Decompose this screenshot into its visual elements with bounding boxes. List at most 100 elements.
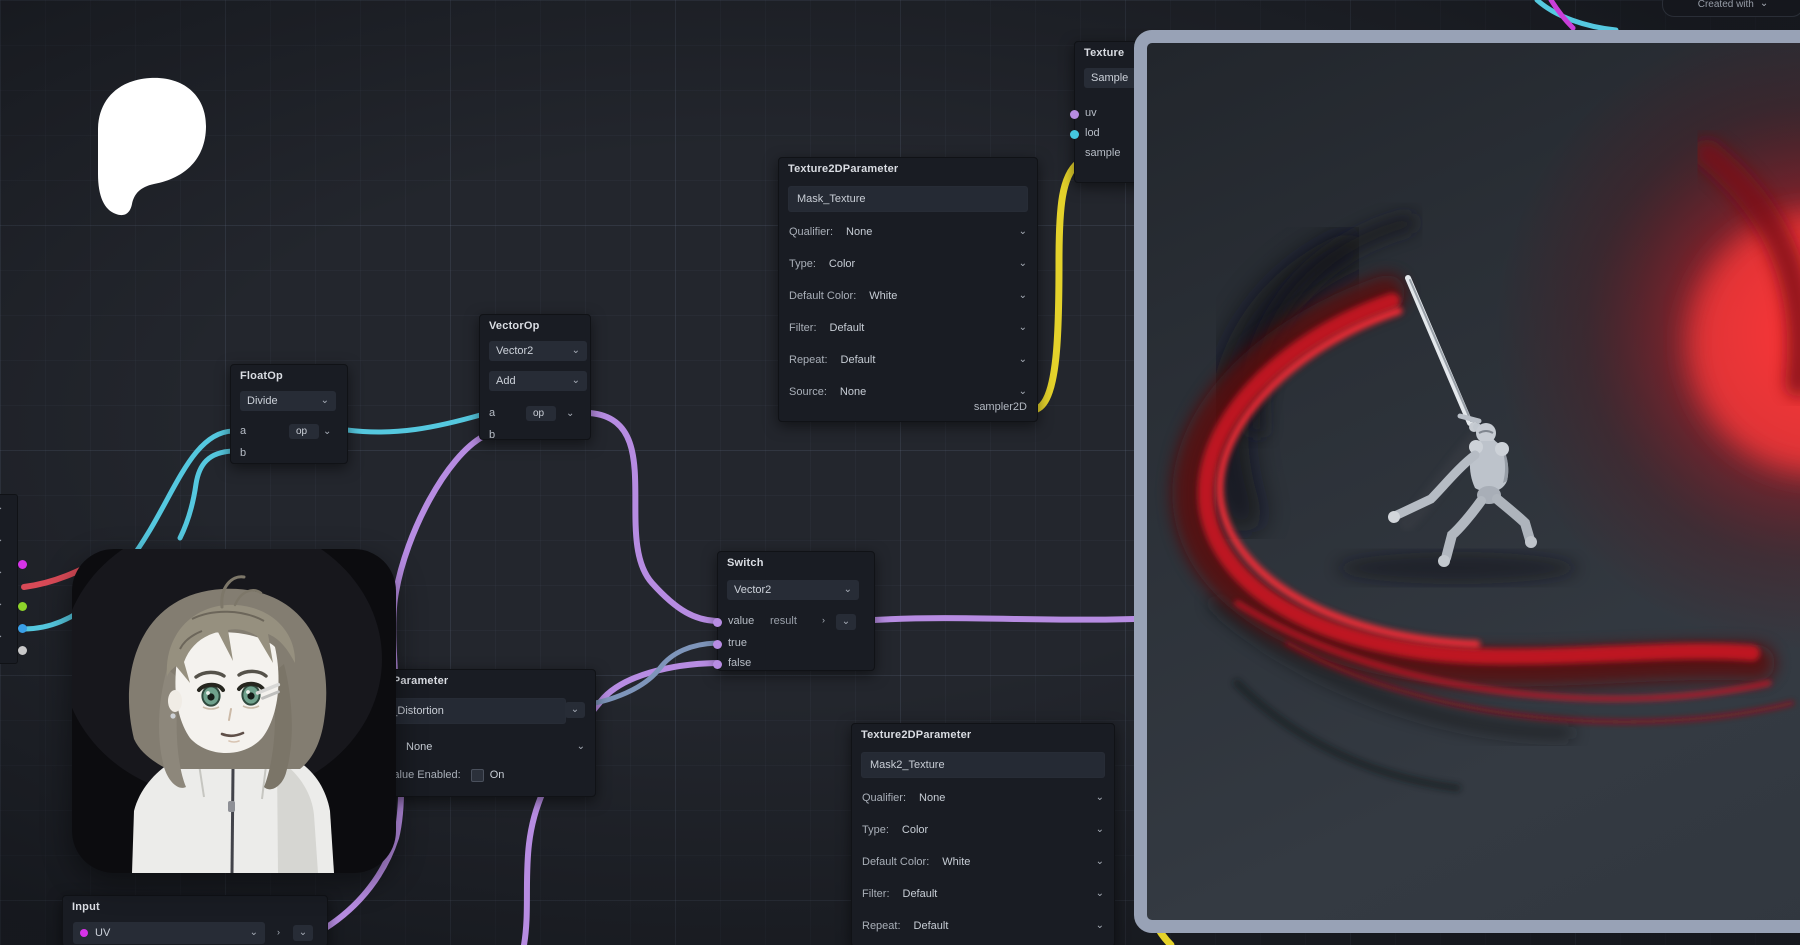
chevron-down-icon: ⌄ (0, 503, 3, 513)
row-type[interactable]: Type: Color ⌄ (779, 253, 1037, 275)
node-input[interactable]: Input UV ⌄ › ⌄ (62, 895, 328, 945)
boolean-field-chevron[interactable]: ⌄ (565, 702, 585, 718)
vector-op-operation-select[interactable]: Add ⌄ (489, 371, 587, 391)
input-out-chevron[interactable]: ⌄ (293, 925, 313, 941)
chevron-down-icon: ⌄ (0, 599, 3, 609)
node-vector-op[interactable]: VectorOp Vector2 ⌄ Add ⌄ a b op ⌄ (479, 314, 591, 440)
select-value: Vector2 (496, 345, 533, 357)
node-title: Switch (727, 557, 764, 569)
chevron-down-icon: ⌄ (1019, 291, 1027, 301)
port-label-uv: uv (1085, 107, 1097, 119)
row-value: None (840, 386, 866, 398)
port-uv[interactable] (1070, 110, 1079, 119)
port-label-true: true (728, 637, 747, 649)
row-value: Default (830, 322, 865, 334)
node-title: VectorOp (489, 320, 540, 332)
chevron-down-icon: ⌄ (1096, 825, 1104, 835)
row-label: Default Color: (789, 290, 856, 302)
node-switch[interactable]: Switch Vector2 ⌄ value result › ⌄ true f… (717, 551, 875, 671)
port-label-b[interactable]: b (240, 447, 246, 459)
row-repeat[interactable]: Repeat: Default ⌄ (779, 349, 1037, 371)
created-with-badge[interactable]: Created with ⌄ (1662, 0, 1800, 17)
node-float-op[interactable]: FloatOp Divide ⌄ a b op ⌄ (230, 364, 348, 464)
row-label: Repeat: (862, 920, 901, 932)
out-label: op (296, 426, 307, 437)
wire-cyan-floatop-to-vectorop (347, 414, 484, 432)
row-default-color[interactable]: Default Color: White ⌄ (779, 285, 1037, 307)
texture-name-input[interactable]: Mask2_Texture (861, 752, 1105, 778)
select-value: UV (95, 927, 110, 939)
chevron-down-icon: ⌄ (1096, 793, 1104, 803)
sampler2d-output-port[interactable]: sampler2D (974, 401, 1027, 413)
row-label: Type: (789, 258, 816, 270)
node-title: Texture (1084, 47, 1124, 59)
chevron-down-icon: ⌄ (1760, 0, 1768, 9)
wire-purple-vectorop-to-switch (590, 413, 716, 621)
row-filter[interactable]: Filter: Default ⌄ (779, 317, 1037, 339)
toggle-value: On (490, 769, 505, 781)
port-label-sampler: sample (1085, 147, 1120, 159)
screenshot-stage: ⌄ ⌄ ⌄ ⌄ ⌄ FloatOp Divide ⌄ a b op ⌄ Vect… (0, 0, 1800, 945)
input-value: Mask_Texture (797, 193, 865, 205)
port-label-a[interactable]: a (240, 425, 246, 437)
input-uv-select[interactable]: UV ⌄ (73, 922, 265, 944)
row-value: None (846, 226, 872, 238)
port-label-lod: lod (1085, 127, 1100, 139)
chevron-down-icon: ⌄ (562, 346, 580, 356)
clipped-node-left-edge[interactable]: ⌄ ⌄ ⌄ ⌄ ⌄ (0, 494, 18, 664)
port-lod[interactable] (1070, 130, 1079, 139)
creator-avatar (72, 549, 396, 873)
node-title: Texture2DParameter (861, 729, 971, 741)
created-with-label: Created with (1698, 0, 1754, 10)
patreon-logo-icon (88, 72, 214, 220)
port-label-b[interactable]: b (489, 429, 495, 441)
vector-op-type-select[interactable]: Vector2 ⌄ (489, 341, 587, 361)
chevron-down-icon[interactable]: ⌄ (566, 409, 574, 419)
node-title: FloatOp (240, 370, 283, 382)
row-label: Qualifier: (789, 226, 833, 238)
chevron-down-icon: ⌄ (0, 567, 3, 577)
port-label-a[interactable]: a (489, 407, 495, 419)
chevron-down-icon: ⌄ (1019, 323, 1027, 333)
port-blue[interactable] (18, 624, 27, 633)
row-filter[interactable]: Filter: Default ⌄ (852, 883, 1114, 905)
node-texture2d-parameter-2[interactable]: Texture2DParameter Mask2_Texture Qualifi… (851, 723, 1115, 945)
row-qualifier[interactable]: Qualifier: None ⌄ (852, 787, 1114, 809)
row-default-color[interactable]: Default Color: White ⌄ (852, 851, 1114, 873)
row-label: Filter: (789, 322, 817, 334)
node-title: Texture2DParameter (788, 163, 898, 175)
row-label: Repeat: (789, 354, 828, 366)
chevron-down-icon: ⌄ (562, 376, 580, 386)
switch-type-select[interactable]: Vector2 ⌄ (727, 580, 859, 600)
port-gray[interactable] (18, 646, 27, 655)
chevron-down-icon: ⌄ (1019, 387, 1027, 397)
row-repeat[interactable]: Repeat: Default ⌄ (852, 915, 1114, 937)
port-value[interactable] (713, 618, 722, 627)
node-texture2d-parameter-1[interactable]: Texture2DParameter Mask_Texture Qualifie… (778, 157, 1038, 422)
chevron-down-icon[interactable]: ⌄ (323, 427, 331, 437)
row-source[interactable]: Source: None ⌄ (779, 381, 1037, 403)
checkbox-icon[interactable] (471, 769, 484, 782)
port-false[interactable] (713, 660, 722, 669)
port-true[interactable] (713, 640, 722, 649)
chevron-down-icon: ⌄ (1019, 259, 1027, 269)
row-qualifier[interactable]: Qualifier: None ⌄ (779, 221, 1037, 243)
float-op-out-label: op (289, 424, 319, 439)
row-type[interactable]: Type: Color ⌄ (852, 819, 1114, 841)
float-op-operation-select[interactable]: Divide ⌄ (240, 391, 336, 411)
chevron-down-icon: ⌄ (577, 742, 585, 752)
arrow-right-icon: › (822, 616, 825, 625)
wire-yellow-sampler (1037, 163, 1078, 409)
port-green[interactable] (18, 602, 27, 611)
chevron-down-icon: ⌄ (0, 631, 3, 641)
select-value: Vector2 (734, 584, 771, 596)
texture-name-input[interactable]: Mask_Texture (788, 186, 1028, 212)
row-value: Color (829, 258, 855, 270)
chevron-down-icon: ⌄ (571, 705, 579, 715)
chevron-down-icon: ⌄ (842, 617, 850, 627)
port-label-value: value (728, 615, 754, 627)
switch-result-chevron[interactable]: ⌄ (836, 614, 856, 630)
node-title: Input (72, 901, 100, 913)
row-value: Default (914, 920, 949, 932)
port-magenta[interactable] (18, 560, 27, 569)
